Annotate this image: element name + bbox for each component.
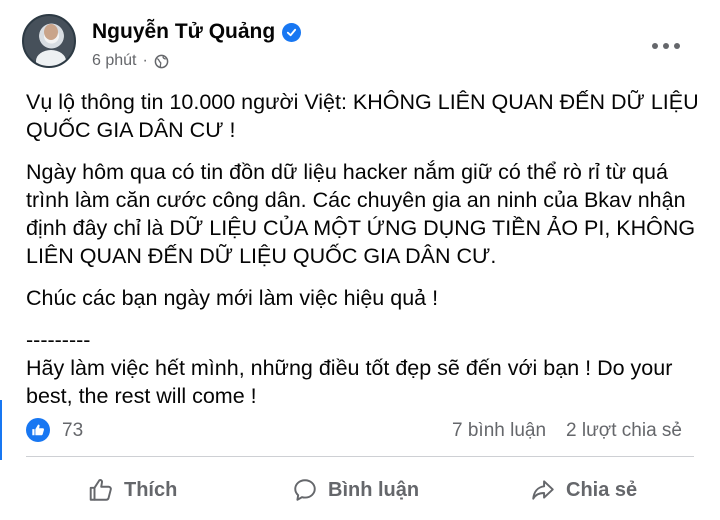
comments-count[interactable]: 7 bình luận xyxy=(452,420,546,442)
author-name-row: Nguyễn Tử Quảng xyxy=(92,20,302,44)
more-options-icon[interactable] xyxy=(648,40,684,52)
shares-count[interactable]: 2 lượt chia sẻ xyxy=(566,420,682,442)
thumbs-up-icon xyxy=(88,477,114,503)
focus-indicator xyxy=(0,400,2,460)
like-button[interactable]: Thích xyxy=(88,470,177,510)
avatar-head xyxy=(44,24,58,40)
post-content: Vụ lộ thông tin 10.000 người Việt: KHÔNG… xyxy=(26,88,706,424)
more-dot xyxy=(652,43,658,49)
globe-icon[interactable] xyxy=(154,54,169,69)
more-dot xyxy=(663,43,669,49)
verified-icon xyxy=(282,22,302,42)
avatar[interactable] xyxy=(22,14,76,68)
more-dot xyxy=(674,43,680,49)
avatar-shirt xyxy=(36,50,66,66)
post-paragraph-greeting: Chúc các bạn ngày mới làm việc hiệu quả … xyxy=(26,286,439,310)
post-meta: 6 phút · xyxy=(92,52,169,70)
share-icon xyxy=(530,477,556,503)
comment-button[interactable]: Bình luận xyxy=(292,470,419,510)
post-paragraph-headline: Vụ lộ thông tin 10.000 người Việt: KHÔNG… xyxy=(26,90,699,142)
comment-button-label: Bình luận xyxy=(328,478,420,501)
reaction-count[interactable]: 73 xyxy=(62,420,83,442)
like-button-label: Thích xyxy=(124,478,178,501)
facebook-post: Nguyễn Tử Quảng 6 phút · Vụ lộ thông tin… xyxy=(0,0,720,520)
post-paragraph-body: Ngày hôm qua có tin đồn dữ liệu hacker n… xyxy=(26,160,696,268)
post-paragraph-motto: --------- Hãy làm việc hết mình, những đ… xyxy=(26,328,673,408)
like-reaction-icon[interactable] xyxy=(26,418,50,442)
share-button[interactable]: Chia sẻ xyxy=(530,470,637,510)
divider xyxy=(26,456,694,457)
meta-separator: · xyxy=(142,52,148,69)
post-time[interactable]: 6 phút xyxy=(92,52,136,70)
share-button-label: Chia sẻ xyxy=(566,478,638,501)
comment-icon xyxy=(292,477,318,503)
author-name[interactable]: Nguyễn Tử Quảng xyxy=(92,20,275,44)
